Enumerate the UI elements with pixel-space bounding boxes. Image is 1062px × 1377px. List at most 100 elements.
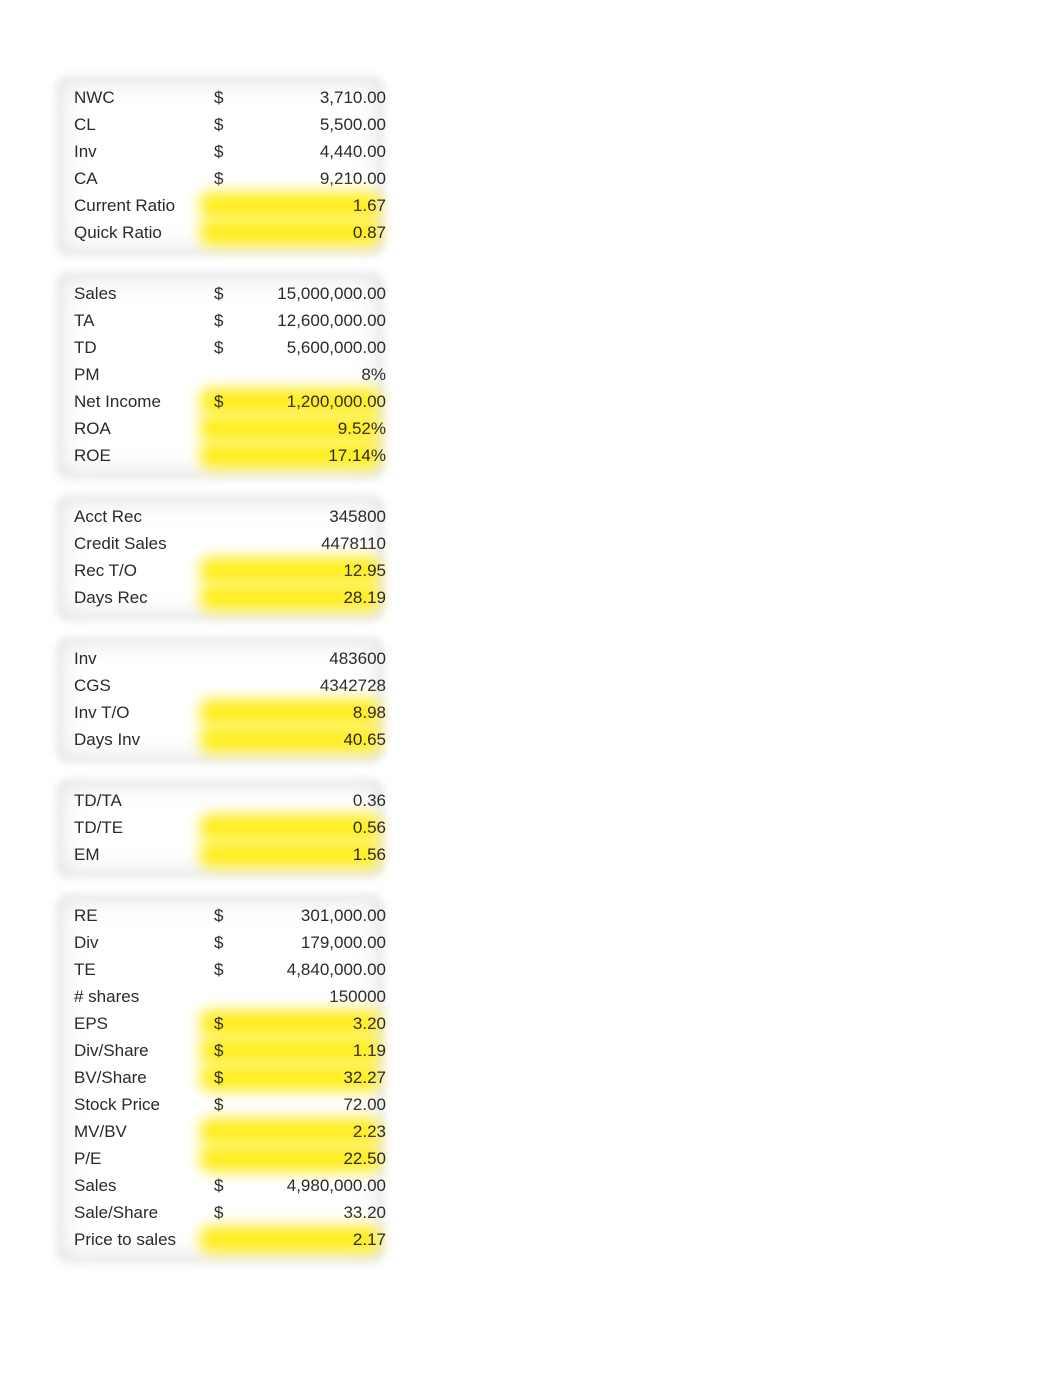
table-row: PM8%	[60, 361, 380, 388]
table-row: Acct Rec345800	[60, 503, 380, 530]
table-row: TE$4,840,000.00	[60, 956, 380, 983]
currency-symbol: $	[214, 284, 223, 304]
row-label: EM	[74, 845, 100, 865]
currency-symbol: $	[214, 960, 223, 980]
row-value: 4478110	[321, 534, 394, 554]
row-value: 33.20	[343, 1203, 394, 1223]
row-label: P/E	[74, 1149, 101, 1169]
row-label: EPS	[74, 1014, 108, 1034]
table-row: Credit Sales4478110	[60, 530, 380, 557]
ratio-block: NWC$3,710.00CL$5,500.00Inv$4,440.00CA$9,…	[60, 80, 380, 252]
table-row: ROA9.52%	[60, 415, 380, 442]
row-value: 1,200,000.00	[287, 392, 394, 412]
row-label: TD	[74, 338, 97, 358]
row-value: 9.52%	[338, 419, 394, 439]
table-row: Sales$15,000,000.00	[60, 280, 380, 307]
row-value: 4,840,000.00	[287, 960, 394, 980]
row-label: TA	[74, 311, 94, 331]
row-label: Days Rec	[74, 588, 148, 608]
row-value: 12,600,000.00	[277, 311, 394, 331]
row-value: 32.27	[343, 1068, 394, 1088]
table-row: Div/Share$1.19	[60, 1037, 380, 1064]
row-label: Stock Price	[74, 1095, 160, 1115]
table-row: Inv T/O8.98	[60, 699, 380, 726]
row-value: 22.50	[343, 1149, 394, 1169]
row-label: BV/Share	[74, 1068, 147, 1088]
currency-symbol: $	[214, 1203, 223, 1223]
table-row: Div$179,000.00	[60, 929, 380, 956]
table-row: Price to sales2.17	[60, 1226, 380, 1253]
row-value: 28.19	[343, 588, 394, 608]
row-label: CA	[74, 169, 98, 189]
table-row: Days Rec28.19	[60, 584, 380, 611]
row-value: 0.87	[353, 223, 394, 243]
row-label: Credit Sales	[74, 534, 167, 554]
currency-symbol: $	[214, 169, 223, 189]
row-value: 1.19	[353, 1041, 394, 1061]
row-value: 15,000,000.00	[277, 284, 394, 304]
currency-symbol: $	[214, 142, 223, 162]
table-row: Stock Price$72.00	[60, 1091, 380, 1118]
currency-symbol: $	[214, 88, 223, 108]
row-value: 0.56	[353, 818, 394, 838]
table-row: TD/TA0.36	[60, 787, 380, 814]
ratios-sheet: NWC$3,710.00CL$5,500.00 Inv $4,440.00 CA $9,…	[0, 0, 1062, 1259]
currency-symbol: $	[214, 906, 223, 926]
currency-symbol: $	[214, 1176, 223, 1196]
row-label: Sales	[74, 1176, 117, 1196]
row-label: # shares	[74, 987, 139, 1007]
row-value: 4,440.00	[320, 142, 394, 162]
row-label: Sale/Share	[74, 1203, 158, 1223]
row-label: Price to sales	[74, 1230, 176, 1250]
row-label: CGS	[74, 676, 111, 696]
currency-symbol: $	[214, 933, 223, 953]
table-row: Sales$4,980,000.00	[60, 1172, 380, 1199]
currency-symbol: $	[214, 1041, 223, 1061]
row-value: 9,210.00	[320, 169, 394, 189]
row-value: 5,500.00	[320, 115, 394, 135]
row-value: 2.17	[353, 1230, 394, 1250]
row-label: RE	[74, 906, 98, 926]
currency-symbol: $	[214, 338, 223, 358]
row-label: Div	[74, 933, 99, 953]
table-row: BV/Share$32.27	[60, 1064, 380, 1091]
row-value: 4342728	[320, 676, 394, 696]
table-row: EM1.56	[60, 841, 380, 868]
table-row: Rec T/O12.95	[60, 557, 380, 584]
ratio-block: Inv483600CGS4342728Inv T/O8.98Days Inv40…	[60, 641, 380, 759]
table-row: P/E22.50	[60, 1145, 380, 1172]
row-label: ROA	[74, 419, 111, 439]
table-row: Days Inv40.65	[60, 726, 380, 753]
row-label: Inv T/O	[74, 703, 129, 723]
row-value: 345800	[329, 507, 394, 527]
row-value: 1.56	[353, 845, 394, 865]
row-value: 179,000.00	[301, 933, 394, 953]
currency-symbol: $	[214, 115, 223, 135]
row-label: Inv	[74, 142, 97, 162]
currency-symbol: $	[214, 311, 223, 331]
row-label: MV/BV	[74, 1122, 127, 1142]
row-label: Current Ratio	[74, 196, 175, 216]
table-row: Sale/Share$33.20	[60, 1199, 380, 1226]
table-row: Net Income$1,200,000.00	[60, 388, 380, 415]
ratio-block: RE$301,000.00Div$179,000.00TE$4,840,000.…	[60, 898, 380, 1259]
currency-symbol: $	[214, 392, 223, 412]
table-row: Inv$4,440.00	[60, 138, 380, 165]
table-row: NWC$3,710.00	[60, 84, 380, 111]
row-label: TD/TE	[74, 818, 123, 838]
row-value: 150000	[329, 987, 394, 1007]
row-label: PM	[74, 365, 100, 385]
row-value: 2.23	[353, 1122, 394, 1142]
ratio-block: Sales$15,000,000.00TA$12,600,000.00TD$5,…	[60, 276, 380, 475]
row-value: 5,600,000.00	[287, 338, 394, 358]
table-row: CL$5,500.00	[60, 111, 380, 138]
row-value: 8%	[361, 365, 394, 385]
table-row: MV/BV2.23	[60, 1118, 380, 1145]
row-value: 40.65	[343, 730, 394, 750]
row-label: Rec T/O	[74, 561, 137, 581]
table-row: EPS$3.20	[60, 1010, 380, 1037]
table-row: ROE17.14%	[60, 442, 380, 469]
row-label: Sales	[74, 284, 117, 304]
table-row: Current Ratio1.67	[60, 192, 380, 219]
table-row: TD/TE0.56	[60, 814, 380, 841]
